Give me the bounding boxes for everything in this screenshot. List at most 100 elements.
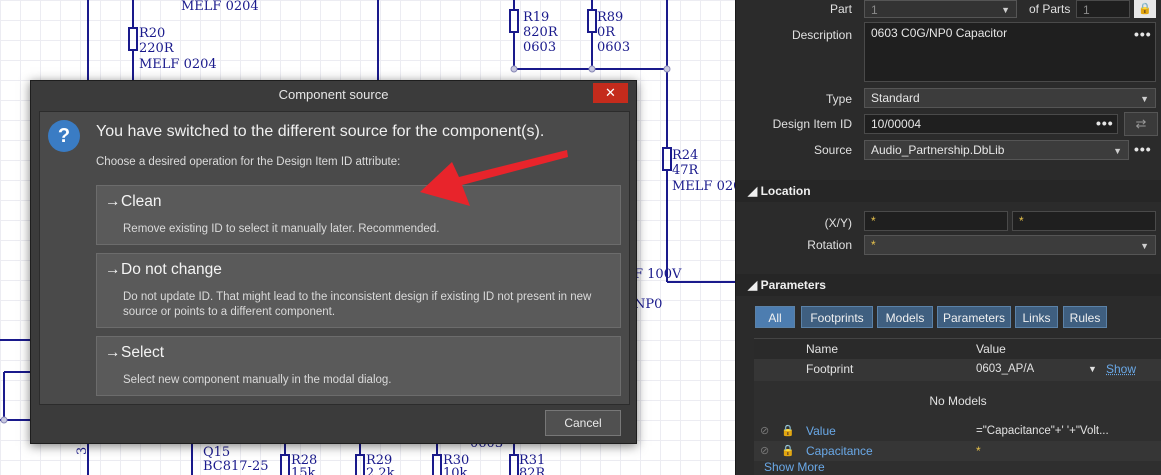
option-clean-button[interactable]: →Clean Remove existing ID to select it m… (96, 185, 621, 245)
properties-panel: Part 1 ▼ of Parts 1 🔒 Description 0603 C0… (735, 0, 1161, 475)
label-r19-val: 820R (523, 25, 559, 40)
design-item-id-label: Design Item ID (735, 117, 852, 131)
dialog-subheading: Choose a desired operation for the Desig… (96, 156, 400, 168)
table-header: Name Value (754, 339, 1161, 359)
design-item-id-field[interactable]: 10/00004 (864, 114, 1118, 134)
chevron-down-icon[interactable]: ▼ (1088, 359, 1097, 379)
dialog-body: ? You have switched to the different sou… (39, 111, 630, 405)
component-source-dialog: Component source ✕ ? You have switched t… (30, 80, 637, 444)
type-label: Type (735, 92, 852, 106)
arrow-right-icon: → (105, 193, 121, 211)
label-cap-voltage: F 100V (634, 267, 682, 282)
location-section-header[interactable]: ◢ Location (736, 180, 1161, 202)
option-do-not-change-title: Do not change (121, 261, 222, 278)
tab-links[interactable]: Links (1015, 306, 1058, 328)
footprint-value: 0603_AP/A (976, 359, 1034, 379)
option-select-desc: Select new component manually in the mod… (123, 373, 613, 388)
param-value-name: Value (806, 421, 836, 441)
chevron-down-icon: ▼ (1001, 1, 1010, 19)
y-field[interactable]: * (1012, 211, 1156, 231)
tab-models[interactable]: Models (877, 306, 933, 328)
resistor-r89 (588, 10, 596, 32)
arrow-right-icon: → (105, 261, 121, 279)
rotation-label: Rotation (735, 238, 852, 252)
tab-rules[interactable]: Rules (1063, 306, 1107, 328)
table-row[interactable]: Footprint 0603_AP/A ▼ Show (754, 359, 1161, 381)
lock-icon[interactable]: 🔒 (781, 441, 795, 461)
parameters-table: Name Value Footprint 0603_AP/A ▼ Show No… (754, 338, 1161, 475)
xy-label: (X/Y) (735, 216, 852, 230)
show-footprint-link[interactable]: Show (1106, 359, 1136, 379)
visibility-off-icon[interactable]: ⊘ (760, 441, 769, 461)
chevron-down-icon: ▼ (1113, 142, 1122, 160)
show-more-link[interactable]: Show More (764, 460, 825, 474)
of-parts-label: of Parts (1029, 2, 1070, 16)
label-r19: R19 (523, 10, 549, 25)
part-dropdown[interactable]: 1 ▼ (864, 0, 1017, 18)
dialog-title: Component source (31, 81, 636, 109)
resistor-r19 (510, 10, 518, 32)
label-pin-3: 3 (75, 447, 90, 455)
option-do-not-change-button[interactable]: →Do not change Do not update ID. That mi… (96, 253, 621, 328)
visibility-off-icon[interactable]: ⊘ (760, 421, 769, 441)
lock-icon[interactable]: 🔒 (781, 421, 795, 441)
footprint-name: Footprint (806, 359, 853, 379)
option-clean-title: Clean (121, 193, 162, 210)
chevron-down-icon: ▼ (1140, 237, 1149, 255)
x-field[interactable]: * (864, 211, 1008, 231)
tab-footprints[interactable]: Footprints (801, 306, 873, 328)
label-r20-pkg: MELF 0204 (139, 57, 217, 72)
more-icon[interactable]: ••• (1134, 141, 1152, 157)
table-row[interactable]: ⊘ 🔒 Value ="Capacitance"+' '+"Volt... (754, 421, 1161, 441)
no-models-row: No Models (754, 391, 1161, 413)
source-dropdown[interactable]: Audio_Partnership.DbLib ▼ (864, 140, 1129, 160)
more-icon[interactable]: ••• (1096, 115, 1114, 131)
label-q15-part: BC817-25 (203, 459, 269, 474)
collapse-icon: ◢ (748, 184, 761, 198)
label-r89-pkg: 0603 (597, 40, 630, 55)
of-parts-field: 1 (1076, 0, 1130, 18)
part-label: Part (735, 2, 852, 16)
label-cap-dielectric: NP0 (634, 297, 662, 312)
no-models-text: No Models (929, 394, 986, 408)
swap-icon[interactable]: ⇄ (1124, 112, 1158, 136)
label-melf-top: MELF 0204 (181, 0, 259, 14)
collapse-icon: ◢ (748, 278, 761, 292)
arrow-right-icon: → (105, 344, 121, 362)
label-r19-pkg: 0603 (523, 40, 556, 55)
dialog-heading: You have switched to the different sourc… (96, 123, 544, 141)
rotation-dropdown[interactable]: * ▼ (864, 235, 1156, 255)
option-do-not-change-desc: Do not update ID. That might lead to the… (123, 290, 613, 320)
description-field[interactable]: 0603 C0G/NP0 Capacitor (864, 22, 1156, 82)
more-icon[interactable]: ••• (1134, 26, 1152, 42)
table-row[interactable]: ⊘ 🔒 Capacitance * (754, 441, 1161, 461)
option-select-title: Select (121, 344, 164, 361)
param-capacitance-value: * (976, 441, 981, 461)
resistor-r20 (129, 28, 137, 50)
column-value-header: Value (976, 339, 1006, 359)
label-r30-val: 10k (443, 466, 468, 475)
tab-parameters[interactable]: Parameters (937, 306, 1011, 328)
cancel-button[interactable]: Cancel (545, 410, 621, 436)
param-value-value: ="Capacitance"+' '+"Volt... (976, 421, 1109, 441)
tab-all[interactable]: All (755, 306, 795, 328)
close-button[interactable]: ✕ (593, 83, 628, 103)
label-r29-val: 2.2k (366, 466, 395, 475)
label-r24: R24 (672, 148, 698, 163)
label-r89: R89 (597, 10, 623, 25)
label-q15: Q15 (203, 445, 230, 460)
source-label: Source (735, 143, 852, 157)
label-r28-val: 15k (291, 466, 316, 475)
type-dropdown[interactable]: Standard ▼ (864, 88, 1156, 108)
option-select-button[interactable]: →Select Select new component manually in… (96, 336, 621, 396)
parameters-section-header[interactable]: ◢ Parameters (736, 274, 1161, 296)
label-r20: R20 (139, 26, 165, 41)
label-r20-val: 220R (139, 41, 175, 56)
option-clean-desc: Remove existing ID to select it manually… (123, 222, 613, 237)
close-icon: ✕ (605, 85, 616, 100)
lock-icon[interactable]: 🔒 (1134, 0, 1156, 18)
resistor-r24 (663, 148, 671, 170)
label-r31-val: 82R (519, 466, 547, 475)
column-name-header: Name (806, 339, 838, 359)
param-capacitance-name: Capacitance (806, 441, 873, 461)
